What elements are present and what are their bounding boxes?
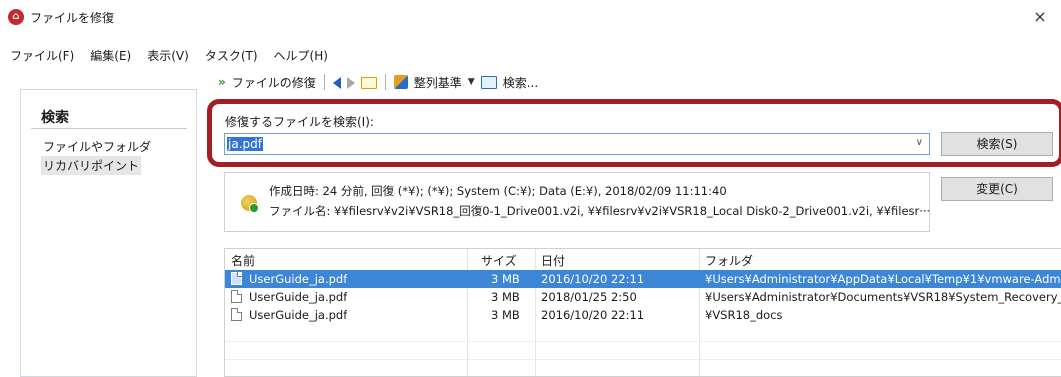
chevron-down-icon[interactable]: ∨ — [916, 137, 923, 148]
cell-size: 3 MB — [491, 290, 520, 304]
forward-arrow-icon[interactable] — [346, 77, 355, 89]
file-icon — [231, 272, 242, 285]
repair-icon: » — [218, 75, 226, 89]
recovery-point-filename: ファイル名: ¥¥filesrv¥v2i¥VSR18_回復0-1_Drive00… — [269, 204, 931, 218]
file-table: 名前 サイズ 日付 フォルダ UserGuide_ja.pdf 3 MB 201… — [224, 248, 1061, 377]
left-panel-title: 検索 — [41, 110, 69, 126]
cell-size: 3 MB — [491, 272, 520, 286]
left-nav-panel: 検索 ファイルやフォルダ リカバリポイント — [20, 89, 197, 377]
cell-name: UserGuide_ja.pdf — [249, 308, 348, 322]
toolbar: » ファイルの修復 整列基準 ▼ 検索... — [218, 70, 538, 94]
cell-folder: ¥Users¥Administrator¥AppData¥Local¥Temp¥… — [705, 272, 1061, 286]
folder-icon[interactable] — [360, 77, 377, 89]
table-row[interactable]: UserGuide_ja.pdf 3 MB 2016/10/20 22:11 ¥… — [225, 306, 1061, 324]
change-button[interactable]: 変更(C) — [941, 177, 1053, 201]
arrange-button[interactable]: 整列基準 — [414, 74, 462, 91]
cell-name: UserGuide_ja.pdf — [249, 290, 348, 304]
cell-date: 2016/10/20 22:11 — [541, 272, 645, 286]
recovery-point-box: 作成日時: 24 分前, 回復 (*¥); (*¥); System (C:¥)… — [224, 172, 930, 232]
menu-help[interactable]: ヘルプ(H) — [266, 46, 336, 66]
search-toolbar-button[interactable]: 検索... — [503, 74, 538, 91]
menu-edit[interactable]: 編集(E) — [82, 46, 139, 66]
menu-view[interactable]: 表示(V) — [139, 46, 197, 66]
nav-item-files-folders[interactable]: ファイルやフォルダ — [41, 137, 153, 156]
search-label: 修復するファイルを検索(I): — [225, 115, 374, 129]
recovery-point-created: 作成日時: 24 分前, 回復 (*¥); (*¥); System (C:¥)… — [269, 184, 727, 198]
cell-date: 2018/01/25 2:50 — [541, 290, 637, 304]
repair-file-button[interactable]: ファイルの修復 — [232, 74, 316, 91]
menu-bar: ファイル(F) 編集(E) 表示(V) タスク(T) ヘルプ(H) — [0, 46, 336, 66]
menu-tasks[interactable]: タスク(T) — [197, 46, 266, 66]
search-input-value: ja.pdf — [227, 137, 263, 151]
file-icon — [231, 290, 242, 303]
row-divider — [225, 359, 1061, 360]
search-input[interactable]: ja.pdf ∨ — [224, 133, 930, 155]
row-divider — [225, 341, 1061, 342]
cell-folder: ¥Users¥Administrator¥Documents¥VSR18¥Sys… — [705, 290, 1061, 304]
title-bar: ⌂ ファイルを修復 × — [0, 0, 1061, 36]
close-button[interactable]: × — [1029, 6, 1051, 28]
column-header-size[interactable]: サイズ — [481, 252, 517, 269]
app-icon: ⌂ — [8, 9, 24, 25]
table-header: 名前 サイズ 日付 フォルダ — [225, 249, 1061, 269]
toolbar-separator — [384, 74, 386, 90]
cell-name: UserGuide_ja.pdf — [249, 272, 348, 286]
arrange-icon — [393, 75, 408, 89]
file-icon — [231, 308, 242, 321]
table-row[interactable]: UserGuide_ja.pdf 3 MB 2016/10/20 22:11 ¥… — [225, 270, 1061, 288]
cell-date: 2016/10/20 22:11 — [541, 308, 645, 322]
column-header-folder[interactable]: フォルダ — [705, 252, 753, 269]
chevron-down-icon[interactable]: ▼ — [468, 77, 475, 87]
search-icon — [480, 75, 497, 89]
back-arrow-icon[interactable] — [332, 77, 341, 89]
column-header-name[interactable]: 名前 — [231, 252, 255, 269]
table-row[interactable]: UserGuide_ja.pdf 3 MB 2018/01/25 2:50 ¥U… — [225, 288, 1061, 306]
menu-file[interactable]: ファイル(F) — [0, 46, 82, 66]
cell-size: 3 MB — [491, 308, 520, 322]
column-header-date[interactable]: 日付 — [541, 252, 565, 269]
recovery-point-icon — [241, 195, 259, 213]
toolbar-separator — [323, 74, 325, 90]
left-panel-divider — [31, 128, 187, 129]
nav-item-recovery-point[interactable]: リカバリポイント — [41, 156, 142, 175]
window-title: ファイルを修復 — [30, 11, 115, 25]
search-button[interactable]: 検索(S) — [941, 132, 1053, 156]
cell-folder: ¥VSR18_docs — [705, 308, 783, 322]
